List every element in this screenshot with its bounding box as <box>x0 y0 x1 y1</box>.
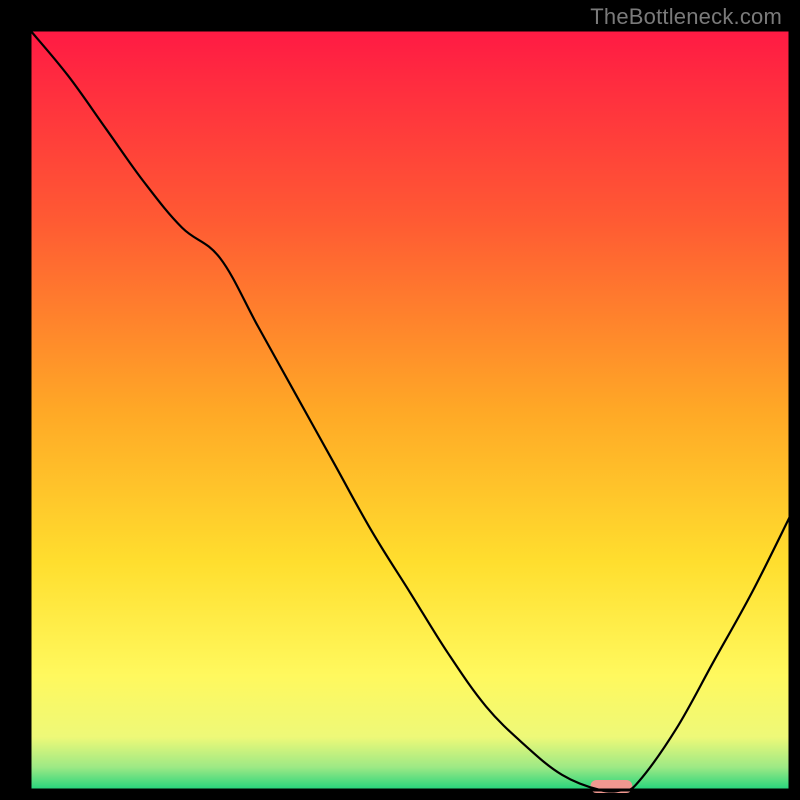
bottleneck-chart <box>0 0 800 800</box>
plot-background <box>30 30 790 790</box>
attribution-text: TheBottleneck.com <box>590 4 782 30</box>
chart-frame: TheBottleneck.com <box>0 0 800 800</box>
